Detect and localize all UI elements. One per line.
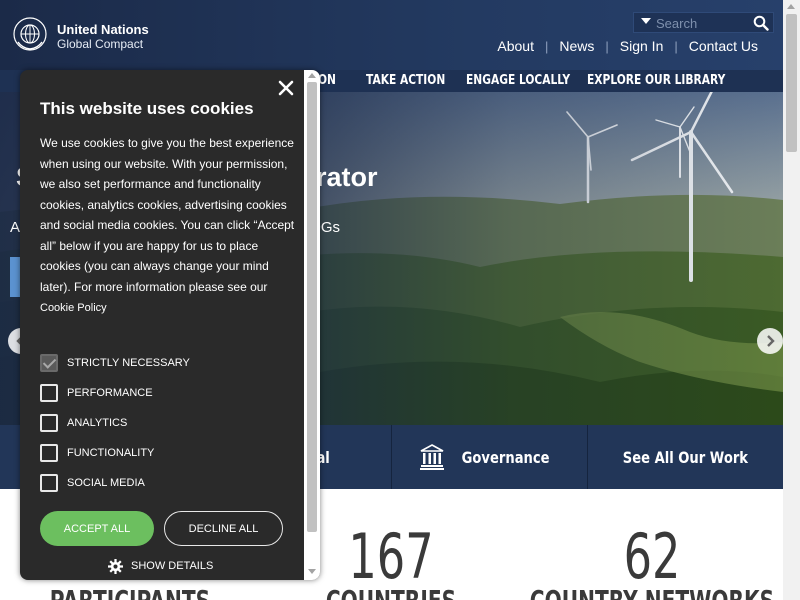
accept-all-button[interactable]: ACCEPT ALL bbox=[40, 511, 154, 546]
stat-countries-number: 167 bbox=[348, 520, 434, 593]
un-emblem-icon[interactable] bbox=[12, 16, 48, 52]
carousel-next-button[interactable] bbox=[757, 328, 783, 354]
see-all-our-work-link[interactable]: See All Our Work bbox=[587, 425, 783, 489]
cookie-option-label: FUNCTIONALITY bbox=[67, 447, 155, 459]
checkbox-performance[interactable] bbox=[40, 384, 58, 402]
work-item-label: See All Our Work bbox=[622, 447, 749, 467]
search-scope-dropdown-icon[interactable] bbox=[641, 18, 651, 24]
checkbox-social-media[interactable] bbox=[40, 474, 58, 492]
checkbox-functionality[interactable] bbox=[40, 444, 58, 462]
stat-participants-label: PARTICIPANTS bbox=[0, 584, 259, 600]
nav-link-sign-in[interactable]: Sign In bbox=[609, 38, 675, 55]
cookie-option-label: PERFORMANCE bbox=[67, 387, 153, 399]
scroll-up-arrow-icon[interactable] bbox=[787, 4, 795, 9]
cookie-policy-link[interactable]: Cookie Policy bbox=[40, 302, 107, 314]
top-navigation: About | News | Sign In | Contact Us bbox=[486, 38, 758, 55]
building-icon bbox=[419, 444, 444, 470]
gear-icon bbox=[108, 558, 123, 574]
scroll-down-arrow-icon[interactable] bbox=[308, 569, 316, 574]
cookie-option-label: SOCIAL MEDIA bbox=[67, 477, 145, 489]
main-nav-item-partial[interactable]: ON bbox=[318, 73, 336, 88]
cookie-dialog-text: We use cookies to give you the best expe… bbox=[40, 133, 302, 319]
cookie-dialog-title: This website uses cookies bbox=[40, 99, 254, 118]
cookie-option-social-media[interactable]: SOCIAL MEDIA bbox=[40, 474, 145, 492]
work-item-label: Governance bbox=[461, 447, 550, 467]
decline-all-button[interactable]: DECLINE ALL bbox=[164, 511, 283, 546]
checkbox-strictly-necessary bbox=[40, 354, 58, 372]
cookie-option-label: ANALYTICS bbox=[67, 417, 128, 429]
cookie-dialog-scrollbar[interactable] bbox=[304, 70, 320, 580]
show-details-toggle[interactable]: SHOW DETAILS bbox=[108, 558, 213, 574]
work-item-governance[interactable]: Governance bbox=[391, 425, 587, 489]
scrollbar-thumb[interactable] bbox=[786, 14, 797, 152]
main-nav-item-explore-library[interactable]: EXPLORE OUR LIBRARY bbox=[587, 73, 725, 88]
brand-line-1: United Nations bbox=[57, 22, 149, 37]
stat-country-networks-label: COUNTRY NETWORKS bbox=[522, 584, 781, 600]
page-scrollbar[interactable] bbox=[783, 0, 800, 600]
cookie-option-strictly-necessary: STRICTLY NECESSARY bbox=[40, 354, 190, 372]
search-input[interactable] bbox=[656, 14, 751, 32]
checkbox-analytics[interactable] bbox=[40, 414, 58, 432]
scroll-up-arrow-icon[interactable] bbox=[308, 73, 316, 78]
stat-country-networks-number: 62 bbox=[623, 520, 681, 593]
cookie-option-functionality[interactable]: FUNCTIONALITY bbox=[40, 444, 154, 462]
nav-link-contact-us[interactable]: Contact Us bbox=[678, 38, 758, 55]
cookie-option-label: STRICTLY NECESSARY bbox=[67, 357, 190, 369]
site-header: United Nations Global Compact About | Ne… bbox=[0, 0, 783, 70]
nav-link-about[interactable]: About bbox=[486, 38, 545, 55]
main-nav-item-engage-locally[interactable]: ENGAGE LOCALLY bbox=[466, 73, 570, 88]
nav-link-news[interactable]: News bbox=[548, 38, 605, 55]
cookie-option-analytics[interactable]: ANALYTICS bbox=[40, 414, 127, 432]
cookie-consent-dialog: This website uses cookies We use cookies… bbox=[20, 70, 320, 580]
close-icon[interactable] bbox=[278, 80, 294, 96]
cookie-dialog-body: We use cookies to give you the best expe… bbox=[40, 136, 295, 294]
show-details-label: SHOW DETAILS bbox=[131, 560, 214, 572]
chevron-right-icon bbox=[767, 335, 775, 347]
cookie-option-performance[interactable]: PERFORMANCE bbox=[40, 384, 153, 402]
cookie-dialog-scrollbar-thumb[interactable] bbox=[307, 82, 317, 532]
main-nav-item-take-action[interactable]: TAKE ACTION bbox=[366, 73, 445, 88]
search-icon[interactable] bbox=[753, 15, 769, 31]
hero-title-end: rator bbox=[316, 162, 378, 192]
brand-line-2: Global Compact bbox=[57, 37, 144, 51]
search-box bbox=[633, 12, 774, 33]
brand-name[interactable]: United Nations Global Compact bbox=[57, 22, 149, 52]
stat-countries-label: COUNTRIES bbox=[261, 584, 520, 600]
hero-subtitle-start: A bbox=[10, 219, 21, 236]
